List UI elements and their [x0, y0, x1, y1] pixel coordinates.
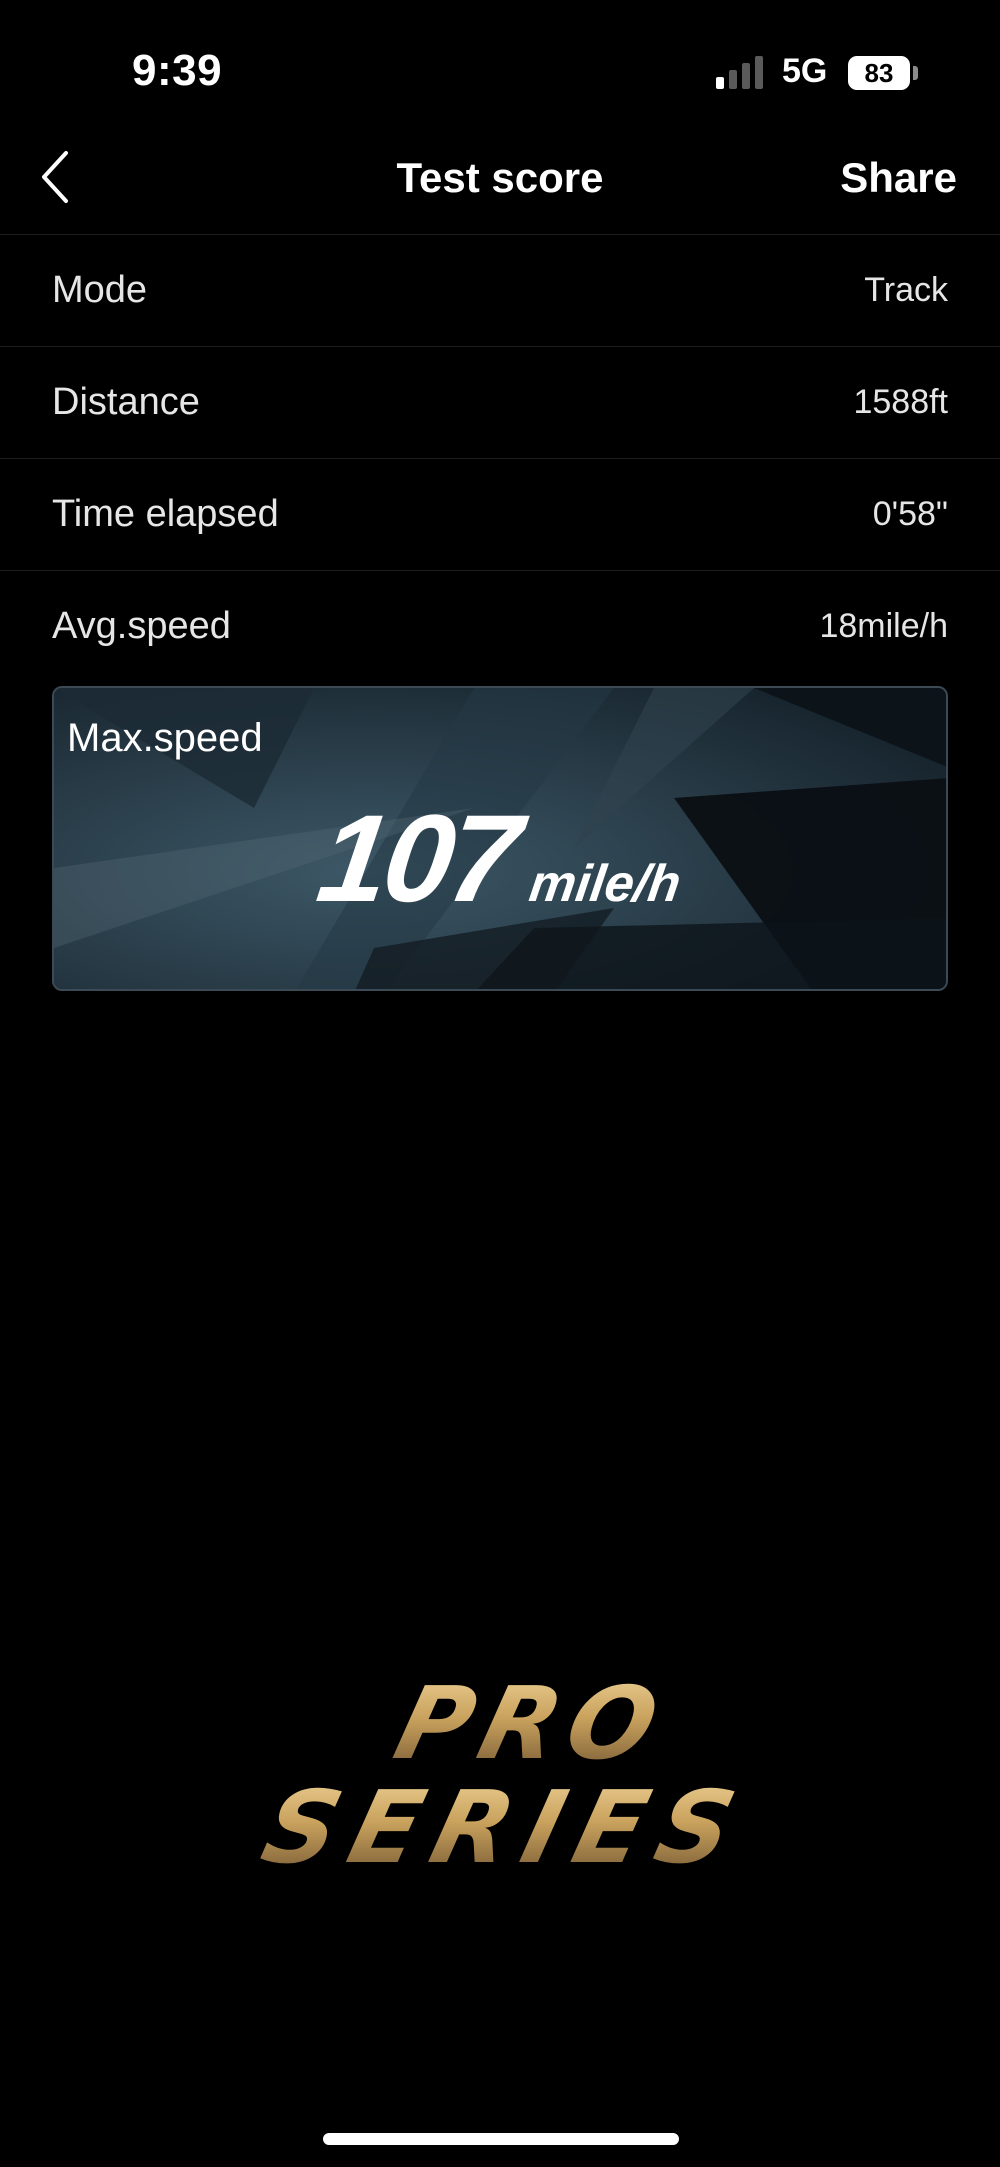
max-speed-value: 107 [310, 790, 525, 928]
nav-bar: Test score Share [0, 120, 1000, 234]
network-type: 5G [782, 52, 828, 90]
distance-label: Distance [52, 381, 200, 423]
max-speed-unit: mile/h [525, 855, 684, 913]
avg-speed-label: Avg.speed [52, 605, 231, 647]
mode-label: Mode [52, 269, 148, 311]
distance-row: Distance 1588ft [0, 346, 1000, 458]
status-time: 9:39 [132, 46, 223, 95]
score-details-list: Mode Track Distance 1588ft Time elapsed … [0, 234, 1000, 682]
mode-value: Track [864, 271, 948, 309]
logo-line-1: PRO [385, 1665, 679, 1781]
cellular-signal-icon [716, 55, 768, 89]
battery-icon: 83 [848, 56, 910, 90]
logo-line-2: SERIES [252, 1769, 750, 1885]
time-elapsed-row: Time elapsed 0'58" [0, 458, 1000, 570]
time-elapsed-value: 0'58" [872, 495, 948, 533]
avg-speed-row: Avg.speed 18mile/h [0, 570, 1000, 682]
avg-speed-value: 18mile/h [819, 607, 948, 645]
battery-cap [913, 66, 918, 80]
max-speed-label: Max.speed [67, 716, 263, 760]
max-speed-readout: 107 mile/h [54, 788, 946, 930]
max-speed-card: Max.speed 107 mile/h [52, 686, 948, 991]
distance-value: 1588ft [853, 383, 948, 421]
share-button[interactable]: Share [840, 154, 957, 202]
pro-series-logo: PRO SERIES [252, 1665, 750, 1885]
mode-row: Mode Track [0, 234, 1000, 346]
status-bar: 9:39 5G 83 [0, 0, 1000, 120]
home-indicator[interactable] [323, 2133, 679, 2145]
time-elapsed-label: Time elapsed [52, 493, 279, 535]
